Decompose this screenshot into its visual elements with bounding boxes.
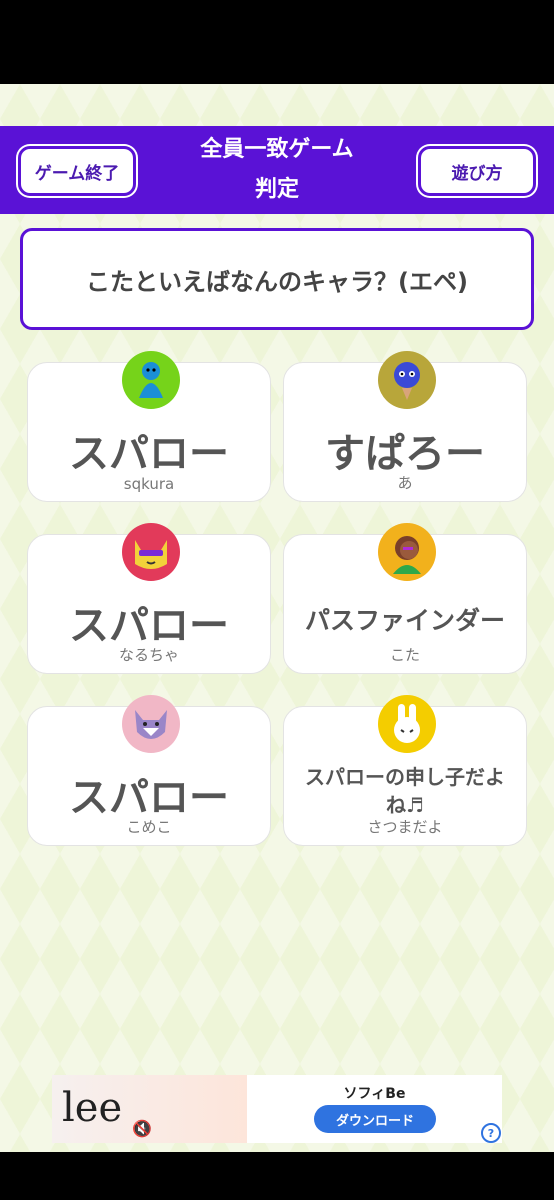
navigation-bar [0, 1152, 554, 1200]
how-to-play-button[interactable]: 遊び方 [418, 146, 536, 196]
answer-card: すぱろー あ [283, 351, 527, 502]
player-name: なるちゃ [118, 646, 179, 664]
answer-card: パスファインダー こた [283, 523, 527, 674]
ad-image[interactable]: lee 🔇 [52, 1075, 247, 1143]
question-box: こたといえばなんのキャラ？(エペ) [20, 228, 534, 330]
mute-icon[interactable]: 🔇 [132, 1119, 152, 1138]
cat-sunglasses-icon [122, 523, 180, 581]
pawn-icon [122, 351, 180, 409]
player-name: こた [389, 646, 420, 664]
player-name: あ [397, 474, 413, 492]
answer-text: スパロー [69, 431, 229, 477]
answer-text: すぱろー [325, 431, 485, 477]
player-name: こめこ [126, 818, 172, 836]
answer-card: スパロー sqkura [27, 351, 271, 502]
rabbit-icon [378, 695, 436, 753]
title-line1: 全員一致ゲーム [200, 137, 354, 162]
player-name: sqkura [123, 475, 175, 493]
answer-card: スパロー こめこ [27, 695, 271, 846]
answer-card: スパローの申し子だよね♬ さつまだよ [283, 695, 527, 846]
ad-title: ソフィBe [343, 1086, 406, 1102]
person-face-icon [378, 523, 436, 581]
ad-banner[interactable]: lee 🔇 ソフィBe ダウンロード ? [52, 1075, 502, 1143]
ad-download-button[interactable]: ダウンロード [314, 1105, 436, 1133]
answer-text: スパロー [69, 603, 229, 649]
ad-logo: lee [62, 1085, 123, 1131]
wolf-icon [122, 695, 180, 753]
end-game-button[interactable]: ゲーム終了 [18, 146, 136, 196]
answer-card: スパロー なるちゃ [27, 523, 271, 674]
header-bar: ゲーム終了 全員一致ゲーム 判定 遊び方 [0, 126, 554, 214]
answer-text: パスファインダー [304, 606, 505, 635]
balloon-face-icon [378, 351, 436, 409]
title-line2: 判定 [254, 177, 299, 202]
page-title: 全員一致ゲーム 判定 [150, 130, 404, 210]
player-name: さつまだよ [367, 818, 443, 836]
ad-help-icon[interactable]: ? [481, 1123, 501, 1143]
answer-text: スパローの申し子だよね♬ [305, 765, 505, 817]
status-bar [0, 0, 554, 84]
answer-text: スパロー [69, 775, 229, 821]
